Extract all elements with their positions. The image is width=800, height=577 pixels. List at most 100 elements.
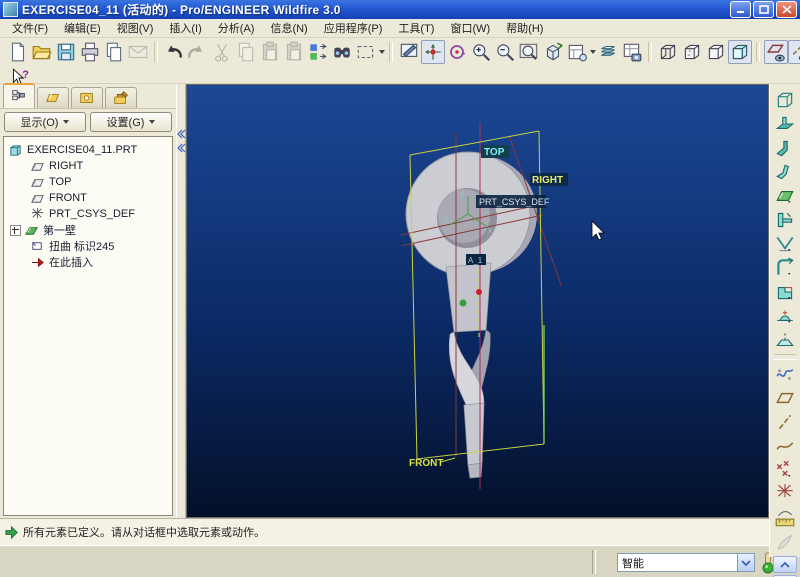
menu-file[interactable]: 文件(F) (4, 18, 56, 38)
no-hidden-icon[interactable] (704, 40, 728, 64)
feature-toolbar (769, 84, 800, 557)
drag-handle-red[interactable] (476, 289, 482, 295)
minimize-button[interactable] (730, 1, 751, 18)
unattached-wall-tool-icon[interactable] (771, 184, 799, 208)
datum-planes-toggle-icon[interactable] (764, 40, 788, 64)
spin-center-icon[interactable] (421, 40, 445, 64)
collapse-panel-icon[interactable] (176, 129, 186, 139)
settings-button[interactable]: 设置(G) (90, 112, 172, 132)
edge-bend-tool-icon[interactable] (771, 256, 799, 280)
menu-applications[interactable]: 应用程序(P) (316, 18, 391, 38)
datum-plane-icon (30, 175, 45, 190)
menu-view[interactable]: 视图(V) (109, 18, 162, 38)
datum-csys-tool-icon[interactable] (771, 482, 799, 506)
maximize-button[interactable] (753, 1, 774, 18)
zoom-out-icon[interactable] (493, 40, 517, 64)
menu-insert[interactable]: 插入(I) (161, 18, 209, 38)
new-file-icon[interactable] (6, 40, 30, 64)
settings-dropdown-icon (149, 120, 155, 124)
menu-info[interactable]: 信息(N) (262, 18, 315, 38)
menu-window[interactable]: 窗口(W) (442, 18, 498, 38)
tree-row-first-wall[interactable]: 第一壁 (4, 222, 172, 238)
view-manager-icon[interactable] (620, 40, 644, 64)
layers-icon[interactable] (596, 40, 620, 64)
svg-text:y: y (444, 215, 448, 224)
regenerate-icon[interactable] (306, 40, 330, 64)
selection-filter-combo[interactable]: 智能 (617, 553, 755, 572)
twist-wall-tool-icon[interactable] (771, 160, 799, 184)
drag-handle-green[interactable] (460, 300, 467, 307)
datum-point-tool-icon[interactable] (771, 458, 799, 482)
style-tool-icon (771, 530, 799, 554)
show-button[interactable]: 显示(O) (4, 112, 86, 132)
close-button[interactable] (776, 1, 797, 18)
reorient-view-icon[interactable] (541, 40, 565, 64)
proe-window: EXERCISE04_11 (活动的) - Pro/ENGINEER Wildf… (0, 0, 800, 577)
toolbar-separator (648, 42, 652, 62)
tree-row-twist[interactable]: 扭曲 标识245 (4, 238, 172, 254)
extrude-tool-icon[interactable] (771, 88, 799, 112)
tree-row-top[interactable]: TOP (4, 174, 172, 190)
save-a-copy-icon[interactable] (102, 40, 126, 64)
model-tree-tab[interactable] (3, 83, 35, 108)
measure-tool-icon[interactable] (771, 506, 799, 530)
flange-wall-tool-icon[interactable] (771, 136, 799, 160)
shaded-icon[interactable] (728, 40, 752, 64)
zoom-in-icon[interactable] (469, 40, 493, 64)
scroll-up-icon[interactable] (773, 556, 797, 573)
front-plane-label[interactable]: FRONT (409, 458, 443, 469)
merge-wall-tool-icon[interactable] (771, 208, 799, 232)
orient-mode-icon[interactable] (445, 40, 469, 64)
print-icon[interactable] (78, 40, 102, 64)
toolbar-separator (389, 42, 393, 62)
collapse-panel-icon[interactable] (176, 143, 186, 153)
title-bar: EXERCISE04_11 (活动的) - Pro/ENGINEER Wildf… (0, 0, 800, 19)
datum-curve-tool-icon[interactable] (771, 434, 799, 458)
find-icon[interactable] (330, 40, 354, 64)
datum-plane-tool-icon[interactable] (771, 386, 799, 410)
flat-wall-tool-icon[interactable] (771, 112, 799, 136)
layer-tree-tab[interactable] (37, 87, 69, 108)
csys-label[interactable]: PRT_CSYS_DEF (479, 197, 550, 207)
favorites-tab[interactable] (71, 87, 103, 108)
graphics-area[interactable]: z y x TOP RIGHT FRONT PRT_CSYS_DEF (186, 84, 769, 518)
select-icon[interactable] (354, 40, 378, 64)
panel-splitter[interactable] (176, 84, 186, 518)
save-icon[interactable] (54, 40, 78, 64)
undo-icon[interactable] (162, 40, 186, 64)
expand-icon[interactable] (10, 225, 21, 236)
secondary-toolbar (0, 66, 800, 84)
combo-dropdown-button[interactable] (737, 554, 754, 571)
show-dropdown-icon (63, 120, 69, 124)
menu-tools[interactable]: 工具(T) (390, 18, 442, 38)
tree-row-front[interactable]: FRONT (4, 190, 172, 206)
select-dropdown-icon[interactable] (379, 50, 385, 54)
tree-row-right[interactable]: RIGHT (4, 158, 172, 174)
datum-axes-toggle-icon[interactable] (788, 40, 800, 64)
tree-row-csys[interactable]: PRT_CSYS_DEF (4, 206, 172, 222)
saved-views-icon[interactable] (565, 40, 589, 64)
svg-text:x: x (488, 226, 492, 235)
status-arrow-icon (4, 525, 19, 540)
wall-feature-icon (24, 223, 39, 238)
menu-help[interactable]: 帮助(H) (498, 18, 551, 38)
form-tool-icon[interactable] (771, 304, 799, 328)
top-plane-label[interactable]: TOP (484, 147, 505, 158)
hidden-line-icon[interactable] (680, 40, 704, 64)
datum-axis-tool-icon[interactable] (771, 410, 799, 434)
axis-label[interactable]: A_1 (468, 256, 483, 265)
refit-icon[interactable] (517, 40, 541, 64)
corner-relief-tool-icon[interactable] (771, 280, 799, 304)
history-tab[interactable] (105, 87, 137, 108)
tree-row-insert-here[interactable]: 在此插入 (4, 254, 172, 270)
flat-pattern-tool-icon[interactable] (771, 328, 799, 352)
menu-analysis[interactable]: 分析(A) (210, 18, 263, 38)
menu-edit[interactable]: 编辑(E) (56, 18, 109, 38)
sketch-tool-icon[interactable] (771, 362, 799, 386)
open-icon[interactable] (30, 40, 54, 64)
repaint-icon[interactable] (397, 40, 421, 64)
bend-tool-icon[interactable] (771, 232, 799, 256)
wireframe-icon[interactable] (656, 40, 680, 64)
tree-row-part[interactable]: EXERCISE04_11.PRT (4, 142, 172, 158)
right-plane-label[interactable]: RIGHT (532, 175, 563, 186)
